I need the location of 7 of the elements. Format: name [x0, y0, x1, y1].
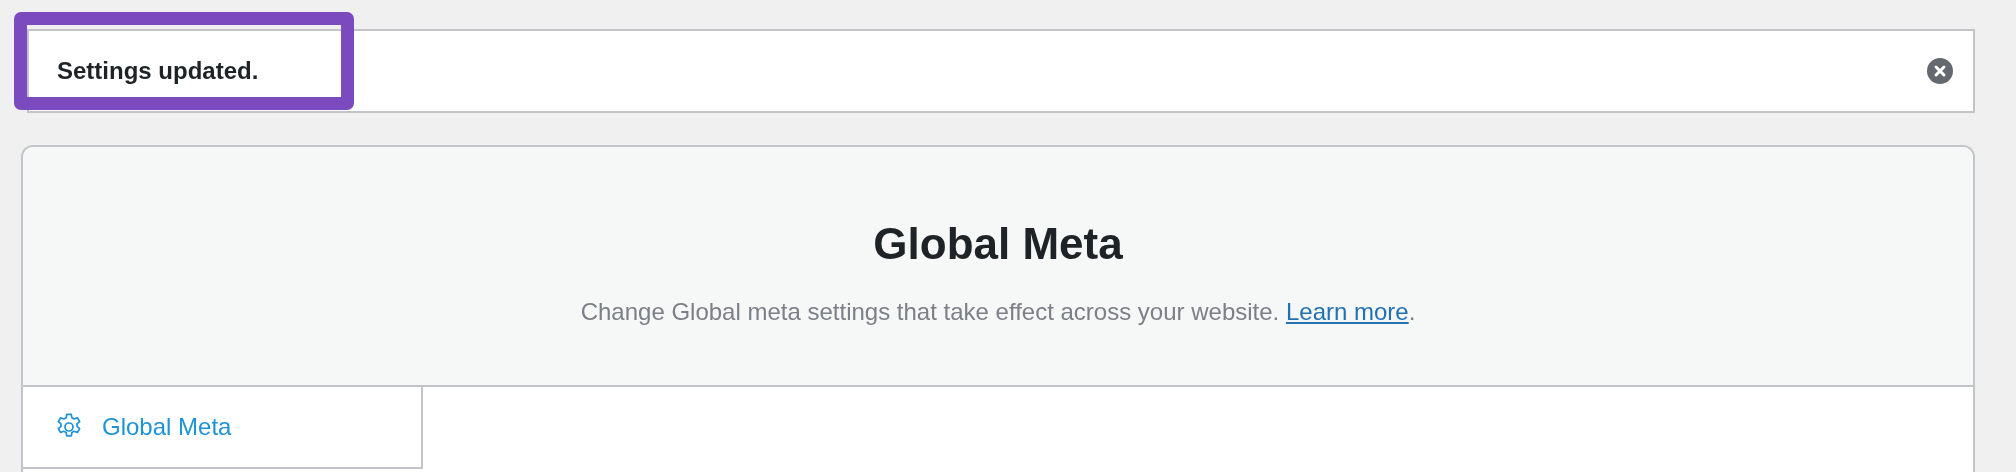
settings-tab[interactable]: Global Meta — [23, 387, 423, 469]
close-button[interactable] — [1927, 58, 1953, 84]
notice-message: Settings updated. — [57, 56, 259, 86]
close-icon — [1933, 64, 1947, 78]
page-title: Global Meta — [873, 222, 1123, 266]
learn-more-link[interactable]: Learn more — [1285, 298, 1409, 325]
page-description: Change Global meta settings that take effect across your website. Learn more. — [580, 297, 1416, 327]
